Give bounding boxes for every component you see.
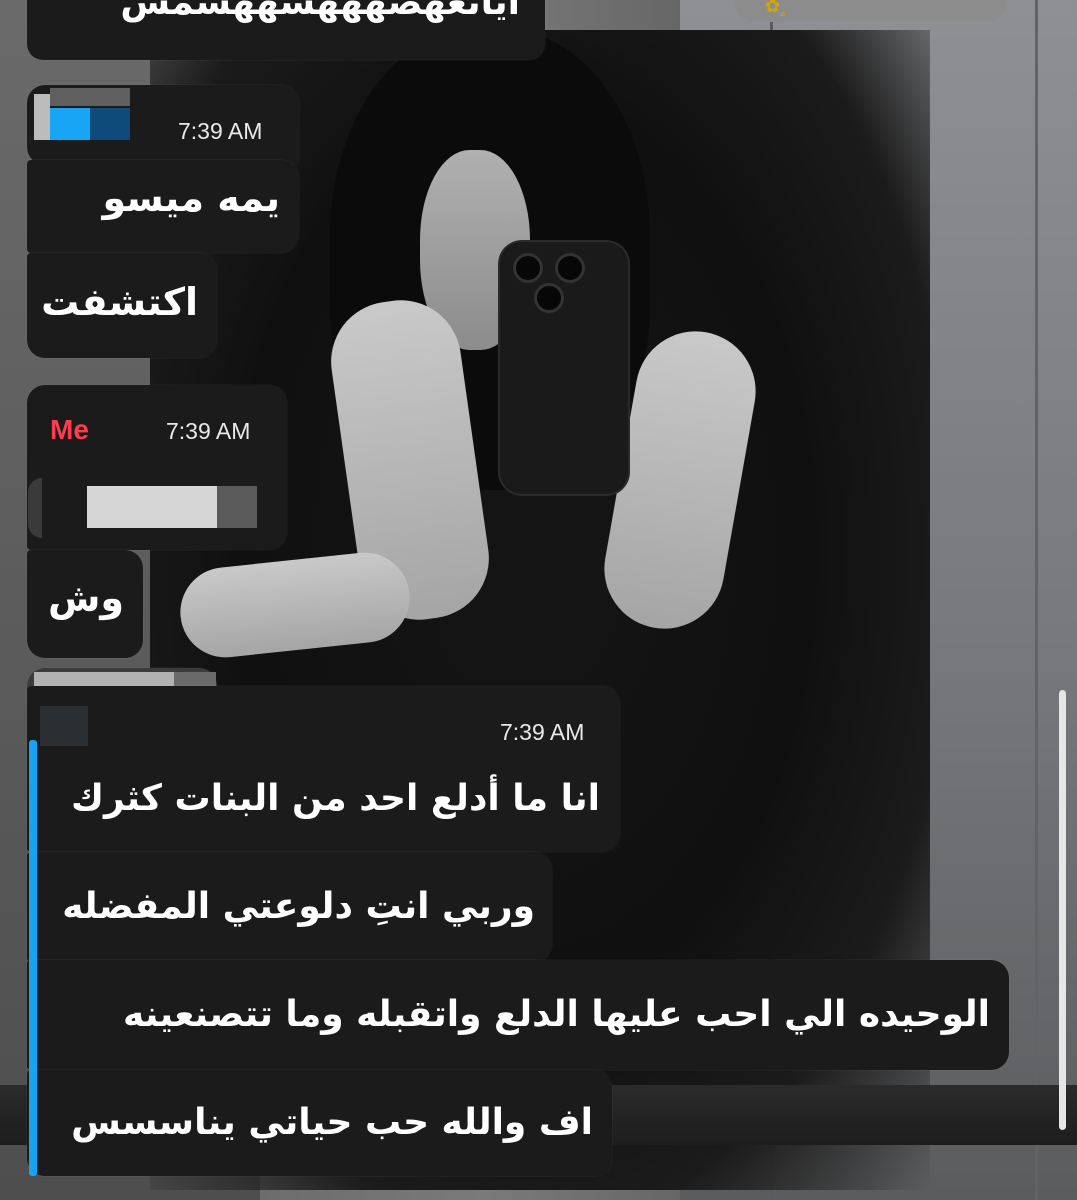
blurred-name bbox=[40, 706, 88, 746]
message-time: 7:39 AM bbox=[166, 418, 251, 444]
sticker-icons: ✿ ٍ bbox=[765, 0, 786, 17]
blurred-reply-preview bbox=[217, 486, 257, 528]
blurred-name bbox=[34, 94, 50, 140]
blurred-reply-preview bbox=[87, 486, 217, 528]
blurred-name bbox=[90, 108, 130, 140]
scrollbar[interactable] bbox=[1059, 690, 1066, 1130]
message-time: 7:39 AM bbox=[178, 118, 263, 144]
message-text: أيانعهصهههشههشمس bbox=[120, 0, 520, 23]
camera-lens-icon bbox=[537, 286, 561, 310]
background-phone bbox=[500, 242, 628, 494]
blurred-reply-preview bbox=[28, 478, 42, 538]
message-text: وربي انتِ دلوعتي المفضله bbox=[62, 886, 535, 927]
message-time: 7:39 AM bbox=[500, 719, 585, 745]
camera-lens-icon bbox=[516, 256, 540, 280]
background-door-edge bbox=[1035, 0, 1038, 1200]
message-text: وش bbox=[47, 576, 124, 620]
message-text: الوحيده الي احب عليها الدلع واتقبله وما … bbox=[122, 994, 990, 1035]
message-text: اكتشفت bbox=[41, 280, 198, 324]
blurred-name bbox=[50, 88, 130, 106]
message-text: اف والله حب حياتي يناسسس bbox=[71, 1102, 593, 1143]
message-text: يمه ميسو bbox=[102, 176, 280, 220]
camera-lens-icon bbox=[558, 256, 582, 280]
message-text: انا ما أدلع احد من البنات كثرك bbox=[70, 778, 600, 819]
message-bubble[interactable] bbox=[27, 686, 620, 852]
blurred-name bbox=[50, 108, 90, 140]
sender-name: Me bbox=[50, 414, 89, 445]
reply-accent-bar bbox=[29, 740, 37, 1176]
